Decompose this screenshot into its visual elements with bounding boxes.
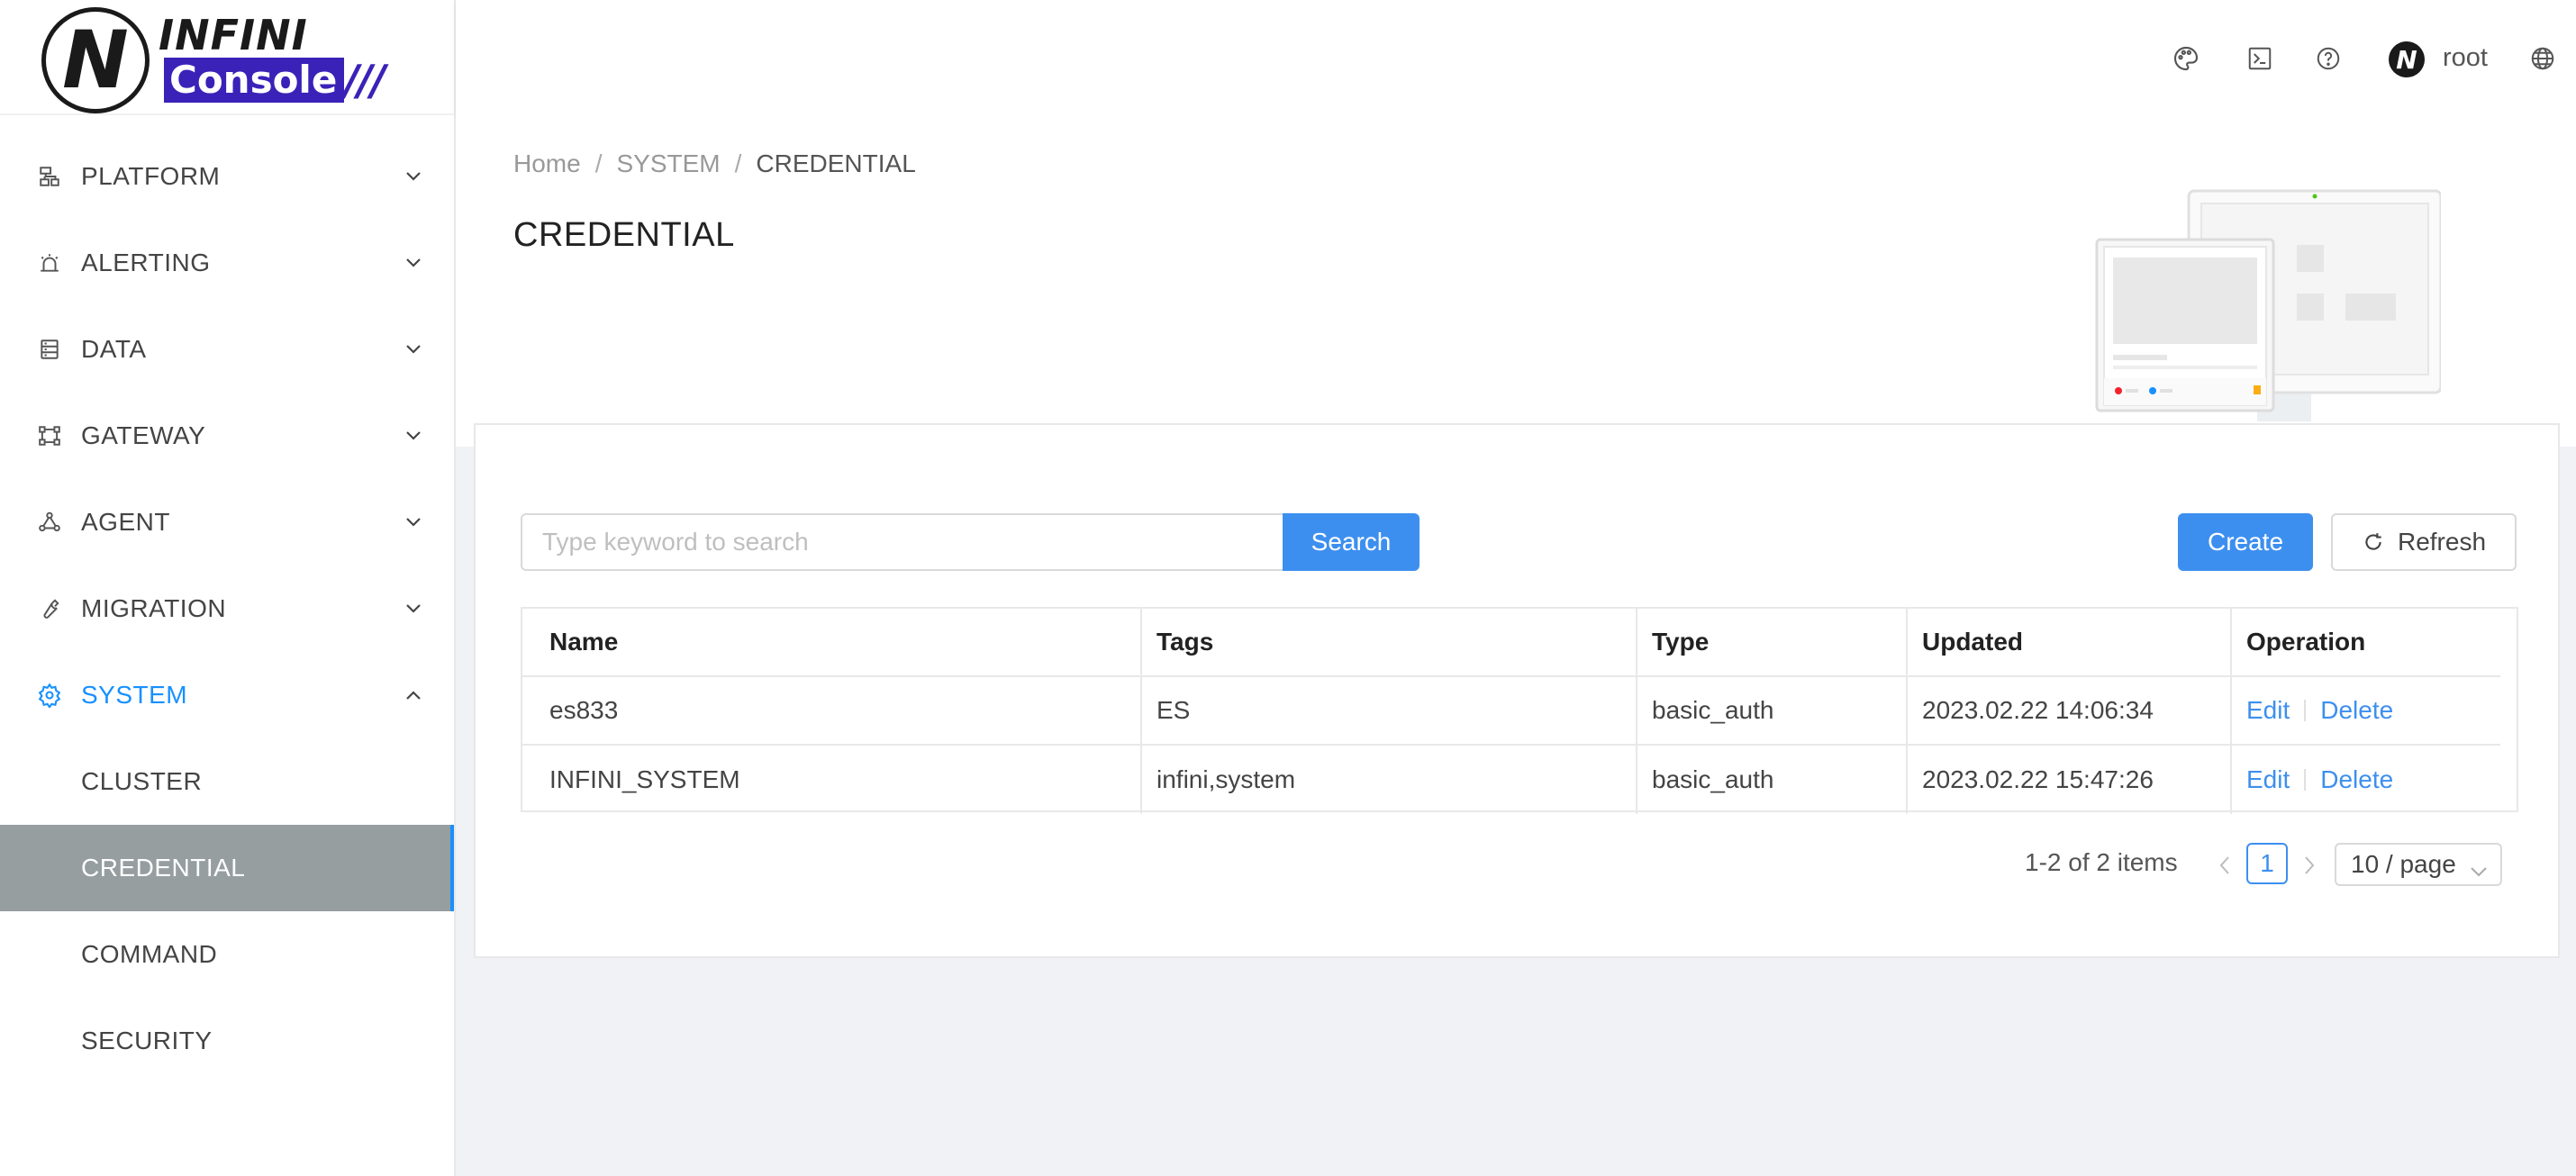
sidebar-item-label: ALERTING — [81, 249, 211, 276]
sidebar-item-label: SYSTEM — [81, 681, 188, 709]
terminal-icon[interactable] — [2245, 43, 2275, 74]
delete-link[interactable]: Delete — [2320, 696, 2393, 725]
chevron-left-icon[interactable] — [2214, 852, 2236, 879]
breadcrumb-home[interactable]: Home — [513, 149, 581, 177]
database-icon — [36, 336, 63, 363]
user-name[interactable]: root — [2443, 43, 2488, 73]
table-header-row: Name Tags Type Updated Operation — [522, 609, 2517, 677]
sidebar-item-agent[interactable]: AGENT — [0, 479, 454, 565]
palette-icon[interactable] — [2171, 43, 2201, 74]
refresh-icon — [2362, 530, 2385, 554]
chevron-right-icon[interactable] — [2299, 852, 2320, 879]
sidebar-subitem-label: CREDENTIAL — [81, 854, 246, 882]
cell-updated: 2023.02.22 14:06:34 — [1906, 677, 2230, 746]
sidebar-item-label: GATEWAY — [81, 421, 206, 449]
breadcrumb-current: CREDENTIAL — [756, 149, 916, 177]
pagination-total: 1-2 of 2 items — [2025, 848, 2178, 876]
sitemap-icon — [36, 163, 63, 190]
edit-link[interactable]: Edit — [2246, 765, 2290, 794]
column-header-name[interactable]: Name — [522, 609, 1140, 677]
logo-top-text: INFINI — [159, 11, 308, 59]
search-input[interactable] — [521, 513, 1284, 571]
chevron-down-icon — [404, 339, 423, 359]
chevron-down-icon — [404, 253, 423, 273]
column-header-updated[interactable]: Updated — [1906, 609, 2230, 677]
sidebar-subitem-security[interactable]: SECURITY — [0, 998, 454, 1084]
refresh-label: Refresh — [2397, 528, 2487, 556]
column-header-operation: Operation — [2230, 609, 2500, 677]
sidebar-item-system[interactable]: SYSTEM — [0, 652, 454, 738]
page-illustration — [2095, 189, 2441, 421]
logo-mark-icon: N — [41, 7, 150, 113]
cell-operation: Edit Delete — [2230, 746, 2500, 814]
sidebar-item-platform[interactable]: PLATFORM — [0, 133, 454, 220]
cell-operation: Edit Delete — [2230, 677, 2500, 746]
refresh-button[interactable]: Refresh — [2331, 513, 2517, 571]
chevron-down-icon — [404, 512, 423, 532]
wrench-icon — [36, 595, 63, 622]
sidebar-item-migration[interactable]: MIGRATION — [0, 565, 454, 652]
sidebar-item-label: AGENT — [81, 508, 170, 536]
sidebar-subitem-command[interactable]: COMMAND — [0, 911, 454, 998]
chevron-down-icon — [404, 167, 423, 186]
operation-divider — [2304, 769, 2307, 791]
avatar[interactable]: N — [2389, 41, 2425, 77]
table-row: es833 ES basic_auth 2023.02.22 14:06:34 … — [522, 677, 2517, 746]
chevron-up-icon — [404, 685, 423, 705]
cell-name: es833 — [522, 677, 1140, 746]
page-title: CREDENTIAL — [513, 216, 735, 254]
alarm-icon — [36, 249, 63, 276]
sidebar-item-label: MIGRATION — [81, 594, 227, 622]
gear-icon — [36, 682, 63, 709]
credential-table: Name Tags Type Updated Operation es833 E… — [521, 607, 2518, 814]
page-header: Home / SYSTEM / CREDENTIAL CREDENTIAL — [456, 115, 2576, 447]
gateway-icon — [36, 422, 63, 449]
brand-logo[interactable]: N INFINI Console /// — [0, 0, 454, 115]
avatar-initial: N — [2396, 44, 2417, 75]
create-button[interactable]: Create — [2178, 513, 2313, 571]
globe-icon[interactable] — [2527, 43, 2558, 74]
sidebar-item-alerting[interactable]: ALERTING — [0, 220, 454, 306]
sidebar-item-gateway[interactable]: GATEWAY — [0, 393, 454, 479]
edit-link[interactable]: Edit — [2246, 696, 2290, 725]
search-button[interactable]: Search — [1283, 513, 1420, 571]
sidebar-item-label: DATA — [81, 335, 147, 363]
cell-tags: infini,system — [1140, 746, 1636, 814]
sidebar-subitem-cluster[interactable]: CLUSTER — [0, 738, 454, 825]
cell-name: INFINI_SYSTEM — [549, 765, 740, 793]
content-card: Search Create Refresh Name Tags Type Upd… — [474, 423, 2560, 958]
sidebar-item-data[interactable]: DATA — [0, 306, 454, 393]
breadcrumb-section[interactable]: SYSTEM — [616, 149, 720, 177]
sidebar-subitem-credential[interactable]: CREDENTIAL — [0, 825, 454, 911]
page-size-value: 10 / page — [2351, 850, 2456, 878]
agent-icon — [36, 509, 63, 536]
cell-tags: ES — [1140, 677, 1636, 746]
breadcrumb: Home / SYSTEM / CREDENTIAL — [513, 149, 916, 178]
sidebar-menu: PLATFORM ALERTING DATA GATEWAY AGENT MIG… — [0, 133, 454, 1084]
sidebar-subitem-label: CLUSTER — [81, 767, 203, 795]
table-row: INFINI_SYSTEM infini,system basic_auth 2… — [522, 746, 2517, 814]
operation-divider — [2304, 700, 2307, 721]
sidebar-subitem-label: COMMAND — [81, 940, 218, 968]
breadcrumb-separator: / — [734, 149, 742, 177]
sidebar-subitem-label: SECURITY — [81, 1027, 213, 1054]
logo-bottom-text: Console — [164, 58, 345, 103]
column-header-type[interactable]: Type — [1636, 609, 1906, 677]
help-icon[interactable] — [2313, 43, 2344, 74]
cell-updated: 2023.02.22 15:47:26 — [1906, 746, 2230, 814]
chevron-down-icon — [2470, 855, 2488, 884]
page-size-select[interactable]: 10 / page — [2335, 843, 2502, 886]
logo-mark-letter: N — [62, 14, 129, 106]
sidebar-item-label: PLATFORM — [81, 162, 221, 190]
breadcrumb-separator: / — [594, 149, 603, 177]
chevron-down-icon — [404, 599, 423, 619]
column-header-tags[interactable]: Tags — [1140, 609, 1636, 677]
delete-link[interactable]: Delete — [2320, 765, 2393, 794]
pagination-page-1[interactable]: 1 — [2246, 843, 2288, 884]
logo-slashes: /// — [344, 56, 385, 104]
cell-type: basic_auth — [1636, 746, 1906, 814]
chevron-down-icon — [404, 426, 423, 446]
sidebar: N INFINI Console /// PLATFORM ALERTING D — [0, 0, 456, 1176]
cell-type: basic_auth — [1636, 677, 1906, 746]
